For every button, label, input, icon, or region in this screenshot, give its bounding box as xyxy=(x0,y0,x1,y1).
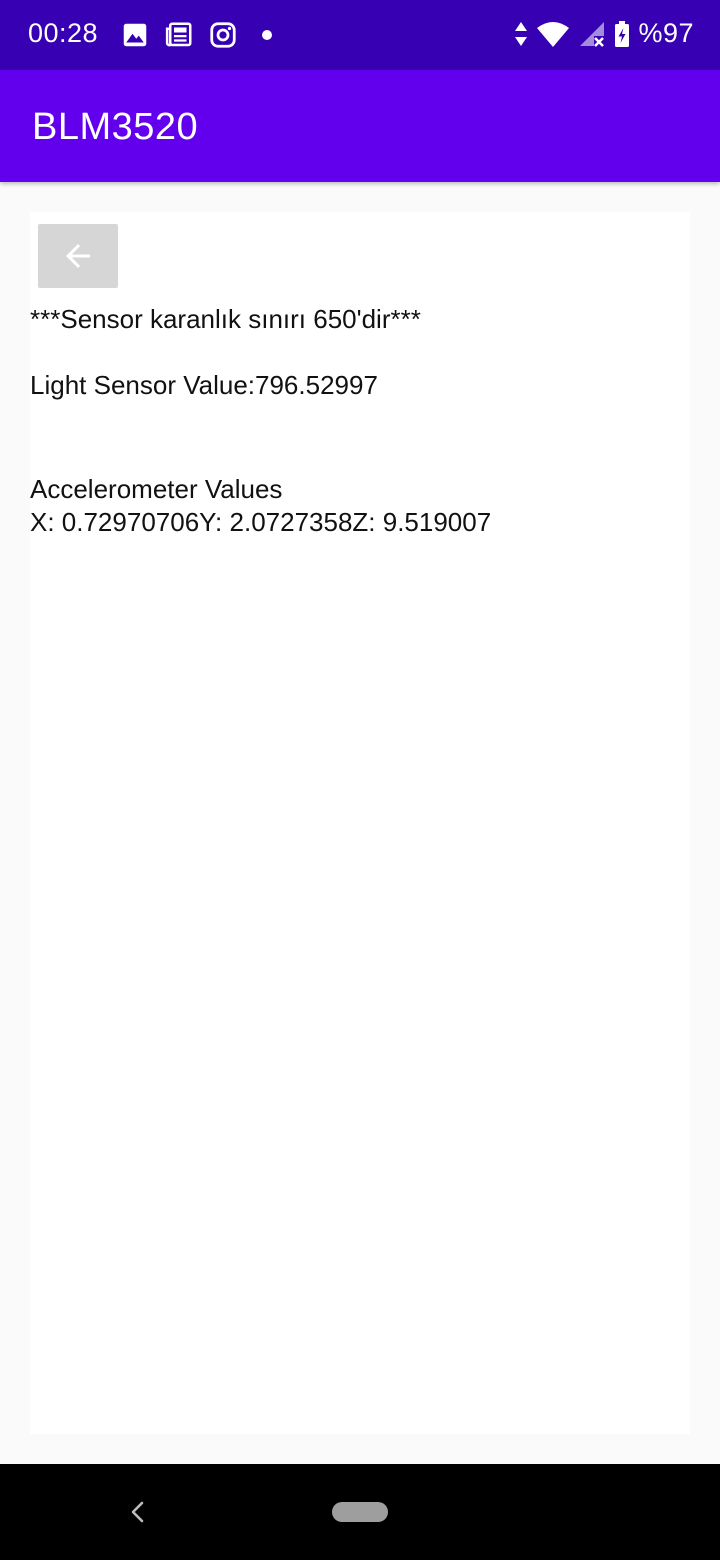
wifi-icon xyxy=(537,21,570,47)
battery-percentage: %97 xyxy=(638,18,694,48)
system-icons: %97 xyxy=(514,18,694,49)
notification-icons xyxy=(120,20,282,50)
app-bar: BLM3520 xyxy=(0,70,720,182)
navigation-bar xyxy=(0,1464,720,1560)
news-icon xyxy=(165,22,192,47)
image-icon xyxy=(123,23,147,47)
nav-back-icon[interactable] xyxy=(127,1500,149,1524)
light-sensor-value: Light Sensor Value:796.52997 xyxy=(30,370,378,400)
status-bar: 00:28 %97 xyxy=(0,0,720,70)
darkness-threshold-text: ***Sensor karanlık sınırı 650'dir*** xyxy=(30,304,421,334)
back-button[interactable] xyxy=(38,224,118,288)
app-title: BLM3520 xyxy=(32,106,199,148)
battery-charging-icon xyxy=(615,20,630,47)
notification-dot-icon xyxy=(262,30,272,40)
content-container: ***Sensor karanlık sınırı 650'dir*** Lig… xyxy=(30,212,690,1434)
accelerometer-title: Accelerometer Values xyxy=(30,474,283,504)
accelerometer-values: X: 0.72970706Y: 2.0727358Z: 9.519007 xyxy=(30,507,492,537)
data-arrows-icon xyxy=(515,21,528,46)
cellular-no-signal-icon xyxy=(580,21,605,47)
instagram-icon xyxy=(210,22,236,48)
nav-home-pill[interactable] xyxy=(332,1502,388,1522)
status-time: 00:28 xyxy=(28,18,99,48)
arrow-back-icon xyxy=(66,244,90,268)
